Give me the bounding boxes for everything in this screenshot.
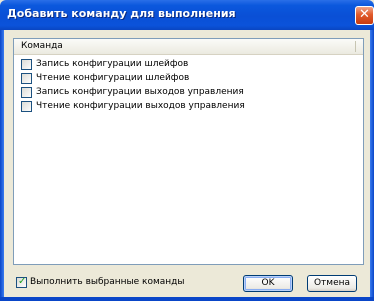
item-checkbox[interactable] xyxy=(21,73,32,84)
list-item[interactable]: Чтение конфигурации шлейфов xyxy=(21,72,351,86)
item-label: Запись конфигурации шлейфов xyxy=(36,59,189,69)
close-button[interactable]: ✕ xyxy=(355,6,374,25)
column-header-command[interactable]: Команда xyxy=(21,41,63,51)
window-title: Добавить команду для выполнения xyxy=(7,7,236,20)
check-icon: ✓ xyxy=(18,276,27,287)
item-checkbox[interactable] xyxy=(21,101,32,112)
list-header: Команда xyxy=(14,39,363,55)
command-list: Команда Запись конфигурации шлейфов Чтен… xyxy=(13,38,364,265)
item-label: Запись конфигурации выходов управления xyxy=(36,87,244,97)
execute-selected-checkbox-row[interactable]: ✓ Выполнить выбранные команды xyxy=(16,276,216,290)
dialog-window: Добавить команду для выполнения ✕ Команд… xyxy=(0,0,374,301)
window-frame-bottom xyxy=(0,297,374,301)
list-item[interactable]: Запись конфигурации выходов управления xyxy=(21,86,351,100)
window-frame-left xyxy=(0,30,4,301)
close-icon: ✕ xyxy=(359,7,370,22)
list-item[interactable]: Запись конфигурации шлейфов xyxy=(21,58,351,72)
ok-button[interactable]: OK xyxy=(243,275,293,292)
item-label: Чтение конфигурации выходов управления xyxy=(36,101,245,111)
item-checkbox[interactable] xyxy=(21,59,32,70)
item-checkbox[interactable] xyxy=(21,87,32,98)
item-label: Чтение конфигурации шлейфов xyxy=(36,73,190,83)
execute-selected-label: Выполнить выбранные команды xyxy=(30,277,185,287)
execute-selected-checkbox[interactable]: ✓ xyxy=(16,276,27,288)
title-bar[interactable]: Добавить команду для выполнения ✕ xyxy=(0,0,374,30)
column-divider[interactable] xyxy=(355,41,356,52)
window-frame-right xyxy=(370,30,374,301)
cancel-button[interactable]: Отмена xyxy=(307,275,357,292)
list-item[interactable]: Чтение конфигурации выходов управления xyxy=(21,100,351,114)
